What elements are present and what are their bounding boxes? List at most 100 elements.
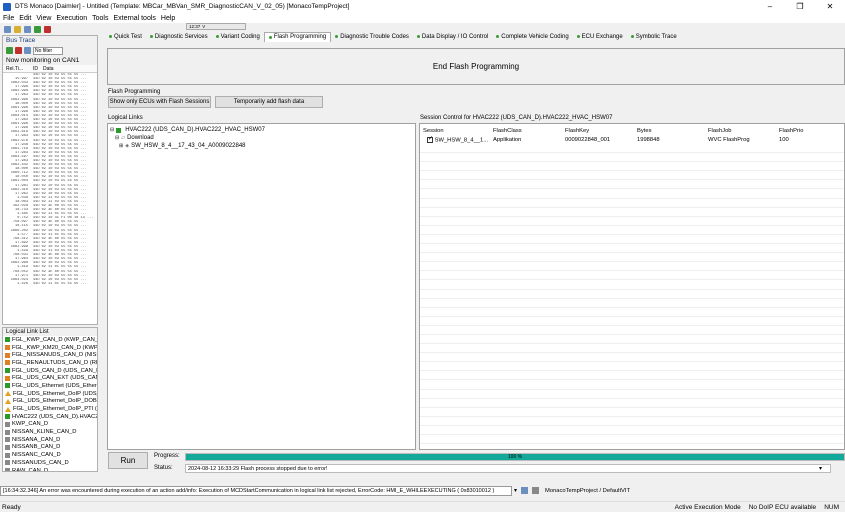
tab-quick-test[interactable]: Quick Test — [105, 32, 146, 42]
list-item[interactable]: FGL_NISSANUDS_CAN_D (NISS — [3, 351, 97, 359]
list-item-label: FGL_UDS_Ethernet_DoIP_PTI (U — [13, 406, 97, 413]
list-item[interactable]: NISSANC_CAN_D — [3, 451, 97, 459]
tab-variant-coding[interactable]: Variant Coding — [212, 32, 264, 42]
col-id[interactable]: ID — [33, 65, 41, 72]
folder-icon: ▱ — [121, 135, 126, 141]
list-item[interactable]: FGL_KWP_CAN_D (KWP_CAN_D — [3, 336, 97, 344]
grid-row — [420, 180, 844, 190]
save-icon[interactable] — [24, 25, 31, 33]
col-bytes[interactable]: Bytes — [637, 128, 652, 134]
disconnect-icon[interactable] — [44, 25, 51, 33]
col-data[interactable]: Data — [43, 65, 54, 72]
close-button[interactable]: ✕ — [815, 0, 845, 13]
tab-symbolic-trace[interactable]: Symbolic Trace — [627, 32, 681, 42]
open-icon[interactable] — [14, 25, 21, 33]
list-item[interactable]: NISSANA_CAN_D — [3, 436, 97, 444]
version-text: V — [202, 24, 206, 29]
list-item-label: FGL_UDS_CAN_D (UDS_CAN_D — [12, 367, 97, 374]
list-item[interactable]: FGL_KWP_KM20_CAN_D (KWP — [3, 344, 97, 352]
list-item[interactable]: KWP_CAN_D — [3, 421, 97, 429]
link-icon[interactable] — [521, 487, 529, 494]
col-reltime[interactable]: Rel.Ti... — [6, 65, 26, 72]
list-item[interactable]: FGL_UDS_Ethernet_DoIP_PTI (U — [3, 405, 97, 413]
menu-external-tools[interactable]: External tools — [113, 15, 155, 22]
show-only-ecus-button[interactable]: Show only ECUs with Flash Sessions — [108, 96, 211, 108]
new-icon[interactable] — [4, 25, 11, 33]
menu-edit[interactable]: Edit — [19, 15, 31, 22]
col-session[interactable]: Session — [423, 128, 444, 134]
message-dropdown-icon[interactable]: ▾ — [514, 487, 517, 494]
menu-tools[interactable]: Tools — [92, 15, 108, 22]
menu-help[interactable]: Help — [161, 15, 175, 22]
window-title: DTS Monaco [Daimler] - Untitled (Templat… — [15, 3, 350, 10]
menu-file[interactable]: File — [3, 15, 14, 22]
maximize-button[interactable]: ❐ — [785, 0, 815, 13]
execution-mode-text: Active Execution Mode — [674, 503, 741, 511]
tab-ecu-exchange[interactable]: ECU Exchange — [573, 32, 627, 42]
tab-label: Symbolic Trace — [635, 33, 677, 40]
list-item[interactable]: FGL_UDS_Ethernet_DoIP_DOBT ( — [3, 398, 97, 406]
list-item[interactable]: FGL_UDS_Ethernet_DoIP (UDS_E — [3, 390, 97, 398]
tab-diagnostic-trouble-codes[interactable]: Diagnostic Trouble Codes — [331, 32, 413, 42]
col-flashprio[interactable]: FlashPrio — [779, 128, 803, 134]
col-flashjob[interactable]: FlashJob — [708, 128, 732, 134]
tree-root[interactable]: ⊟ HVAC222 (UDS_CAN_D).HVAC222_HVAC_HSW07 — [110, 127, 265, 133]
list-item[interactable]: NISSANB_CAN_D — [3, 444, 97, 452]
grid-row — [420, 353, 844, 363]
end-flash-programming-button[interactable]: End Flash Programming — [107, 48, 845, 85]
tree-session[interactable]: ⊞ ◈ SW_HSW_8_4__17_43_04_A0009022848 — [119, 143, 246, 149]
session-checkbox[interactable] — [427, 135, 433, 143]
list-item-label: FGL_UDS_Ethernet_DoIP_DOBT ( — [13, 398, 97, 405]
status-dropdown-icon[interactable]: ▾ — [819, 465, 822, 472]
run-button[interactable]: Run — [108, 452, 148, 469]
list-item[interactable]: RAW_CAN_D — [3, 467, 97, 471]
collapse-icon[interactable]: ⊟ — [110, 127, 114, 133]
list-item[interactable]: FGL_RENAULTUDS_CAN_D (REN — [3, 359, 97, 367]
tab-data-display-io-control[interactable]: Data Display / IO Control — [413, 32, 492, 42]
tab-diagnostic-services[interactable]: Diagnostic Services — [146, 32, 212, 42]
col-flashkey[interactable]: FlashKey — [565, 128, 589, 134]
list-item-label: FGL_UDS_CAN_EXT (UDS_CAN — [12, 375, 97, 382]
minimize-button[interactable]: – — [755, 0, 785, 13]
menu-execution[interactable]: Execution — [56, 15, 87, 22]
trace-row[interactable]: 1.426 44D 02 11 01 55 55 55 ... — [6, 282, 97, 286]
menu-view[interactable]: View — [36, 15, 51, 22]
grid-row — [420, 171, 844, 181]
list-item[interactable]: NISSAN_KLINE_CAN_D — [3, 428, 97, 436]
time-text: 12:37 — [189, 24, 201, 29]
tree-download[interactable]: ⊟ ▱ Download — [115, 135, 154, 141]
session-control-label: Session Control for HVAC222 (UDS_CAN_D).… — [420, 115, 613, 121]
settings-icon[interactable] — [532, 487, 540, 494]
link-status-icon — [5, 444, 10, 450]
list-item[interactable]: NISSANUDS_CAN_D — [3, 459, 97, 467]
status-bar: Ready Active Execution Mode No DoIP ECU … — [0, 501, 845, 512]
grid-row — [420, 335, 844, 345]
list-item[interactable]: HVAC222 (UDS_CAN_D).HVAC2 — [3, 413, 97, 421]
link-status-icon — [5, 414, 10, 420]
tree-session-label: SW_HSW_8_4__17_43_04_A0009022848 — [131, 143, 246, 149]
table-row[interactable]: SW_HSW_8_4__1... — [427, 135, 488, 144]
list-item-label: NISSANUDS_CAN_D — [12, 459, 69, 466]
list-item[interactable]: FGL_UDS_Ethernet (UDS_Etherne — [3, 382, 97, 390]
grid-row — [420, 162, 844, 172]
clear-trace-icon[interactable] — [24, 47, 31, 54]
temp-add-flash-button[interactable]: Temporarily add flash data — [215, 96, 323, 108]
tab-status-icon — [109, 35, 112, 38]
tab-status-icon — [335, 35, 339, 38]
list-item[interactable]: FGL_UDS_CAN_EXT (UDS_CAN — [3, 374, 97, 382]
connect-icon[interactable] — [34, 25, 41, 33]
filter-select[interactable]: No filter — [33, 46, 63, 55]
expand-icon[interactable]: ⊞ — [119, 143, 123, 149]
tab-complete-vehicle-coding[interactable]: Complete Vehicle Coding — [492, 32, 572, 42]
tab-label: Data Display / IO Control — [421, 33, 489, 40]
collapse-icon[interactable]: ⊟ — [115, 135, 119, 141]
list-item-label: FGL_RENAULTUDS_CAN_D (REN — [12, 359, 97, 366]
tab-label: Diagnostic Services — [154, 33, 208, 40]
tab-flash-programming[interactable]: Flash Programming — [263, 31, 332, 42]
start-trace-icon[interactable] — [6, 47, 13, 54]
col-flashclass[interactable]: FlashClass — [493, 128, 522, 134]
grid-row — [420, 253, 844, 263]
message-text[interactable]: [16:34:32.346] An error was encountered … — [0, 485, 512, 496]
stop-trace-icon[interactable] — [15, 47, 22, 54]
list-item[interactable]: FGL_UDS_CAN_D (UDS_CAN_D — [3, 367, 97, 375]
